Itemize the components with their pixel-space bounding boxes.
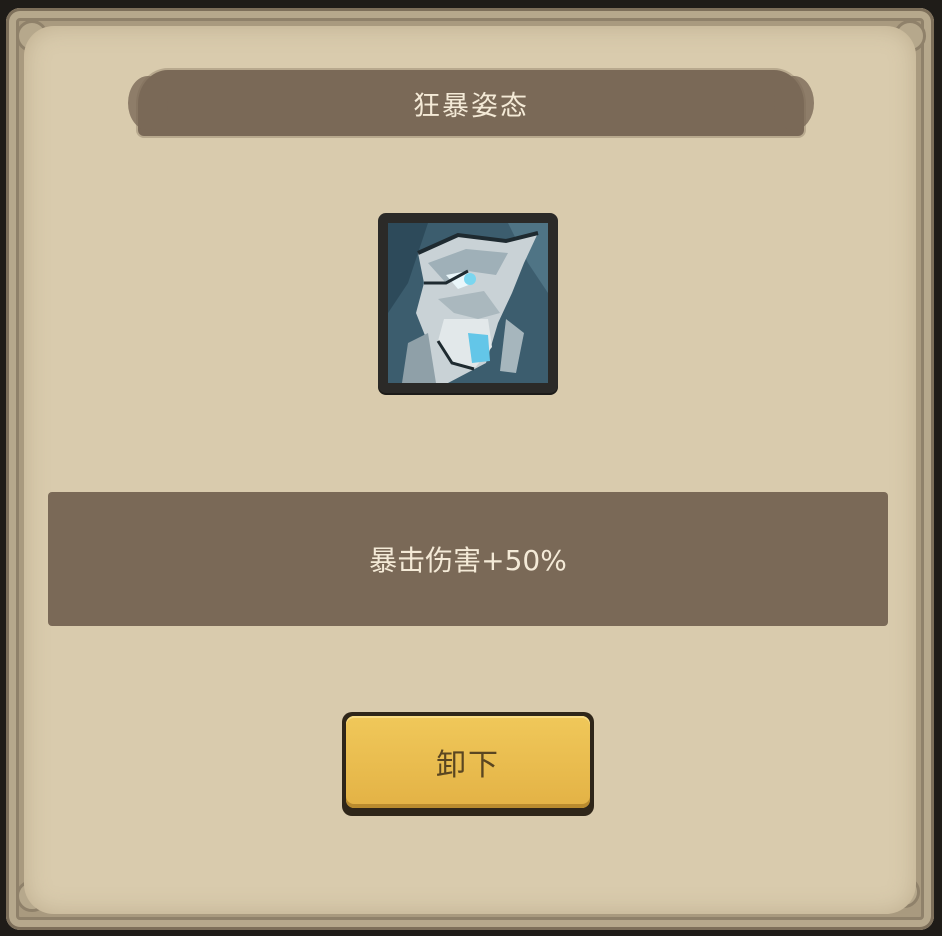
- berserker-warrior-portrait-icon: [388, 223, 548, 383]
- skill-icon-frame: [378, 213, 558, 393]
- skill-description: 暴击伤害+50%: [369, 544, 567, 577]
- unequip-button[interactable]: 卸下: [342, 712, 594, 816]
- title-banner: 狂暴姿态: [128, 70, 814, 136]
- unequip-button-face[interactable]: 卸下: [346, 716, 590, 808]
- dialog-title: 狂暴姿态: [413, 90, 529, 122]
- description-bar: 暴击伤害+50%: [48, 492, 888, 626]
- unequip-button-label: 卸下: [436, 748, 500, 783]
